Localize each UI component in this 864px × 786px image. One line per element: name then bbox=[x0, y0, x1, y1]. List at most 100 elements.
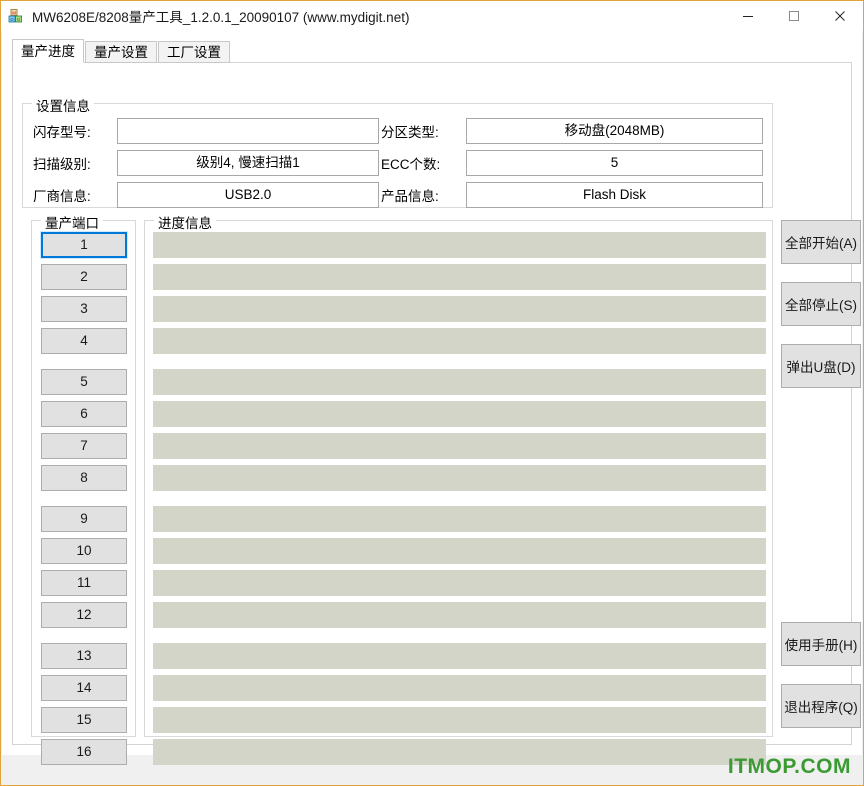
app-blocks-icon: M D G bbox=[8, 8, 24, 24]
tab-production-progress[interactable]: 量产进度 bbox=[12, 39, 84, 63]
port-button-11[interactable]: 11 bbox=[41, 570, 127, 596]
progress-bar-text bbox=[153, 608, 159, 622]
window-controls bbox=[725, 1, 863, 31]
port-button-14[interactable]: 14 bbox=[41, 675, 127, 701]
field-label: 扫描级别: bbox=[33, 157, 91, 172]
port-button-3[interactable]: 3 bbox=[41, 296, 127, 322]
port-button-9[interactable]: 9 bbox=[41, 506, 127, 532]
maximize-button[interactable] bbox=[771, 1, 817, 31]
progress-bar-9 bbox=[153, 506, 766, 532]
progress-bar-text bbox=[153, 302, 159, 316]
svg-text:G: G bbox=[17, 17, 21, 22]
progress-bar-text bbox=[153, 745, 159, 759]
tab-label: 工厂设置 bbox=[167, 45, 221, 60]
product-info-value[interactable]: Flash Disk bbox=[466, 182, 763, 208]
progress-bar-text bbox=[153, 512, 159, 526]
progress-bar-text bbox=[153, 238, 159, 252]
production-ports-group: 量产端口 1 2 3 4 5 6 7 8 9 10 11 12 13 14 15 16 bbox=[31, 212, 136, 765]
port-button-10[interactable]: 10 bbox=[41, 538, 127, 564]
client-area: 量产进度 量产设置 工厂设置 设置信息 闪存型号: 扫描级别: 级别4, 慢速扫… bbox=[2, 31, 862, 765]
tab-factory-settings[interactable]: 工厂设置 bbox=[158, 41, 230, 63]
progress-bar-8 bbox=[153, 465, 766, 491]
field-label: 分区类型: bbox=[381, 125, 439, 140]
svg-text:M: M bbox=[12, 10, 16, 15]
window-title: MW6208E/8208量产工具_1.2.0.1_20090107 (www.m… bbox=[32, 10, 410, 25]
tab-label: 量产进度 bbox=[21, 44, 75, 59]
manual-button[interactable]: 使用手册(H) bbox=[781, 622, 861, 666]
site-watermark: ITMOP.COM bbox=[727, 755, 851, 778]
close-button[interactable] bbox=[817, 1, 863, 31]
progress-bar-text bbox=[153, 439, 159, 453]
port-group-gap bbox=[41, 360, 127, 369]
port-button-16[interactable]: 16 bbox=[41, 739, 127, 765]
port-button-5[interactable]: 5 bbox=[41, 369, 127, 395]
tab-production-settings[interactable]: 量产设置 bbox=[85, 41, 157, 63]
port-group-gap bbox=[41, 497, 127, 506]
field-label: 闪存型号: bbox=[33, 125, 91, 140]
field-product-info: 产品信息: Flash Disk bbox=[381, 182, 763, 208]
scan-level-value[interactable]: 级别4, 慢速扫描1 bbox=[117, 150, 379, 176]
port-button-13[interactable]: 13 bbox=[41, 643, 127, 669]
port-button-12[interactable]: 12 bbox=[41, 602, 127, 628]
progress-bar-text bbox=[153, 576, 159, 590]
ports-group-label: 量产端口 bbox=[41, 212, 103, 232]
progress-bar-12 bbox=[153, 602, 766, 628]
progress-group-gap bbox=[153, 497, 766, 506]
ecc-count-value[interactable]: 5 bbox=[466, 150, 763, 176]
flash-model-value[interactable] bbox=[117, 118, 379, 144]
progress-bar-7 bbox=[153, 433, 766, 459]
tab-page-production-progress: 设置信息 闪存型号: 扫描级别: 级别4, 慢速扫描1 厂商信息: USB2.0… bbox=[12, 62, 861, 765]
stop-all-label: 全部停止(S) bbox=[785, 298, 857, 313]
progress-bar-1 bbox=[153, 232, 766, 258]
minimize-button[interactable] bbox=[725, 1, 771, 31]
progress-bar-5 bbox=[153, 369, 766, 395]
field-ecc-count: ECC个数: 5 bbox=[381, 150, 763, 176]
progress-bar-text bbox=[153, 681, 159, 695]
partition-type-value[interactable]: 移动盘(2048MB) bbox=[466, 118, 763, 144]
eject-udisk-label: 弹出U盘(D) bbox=[786, 360, 856, 375]
field-label: ECC个数: bbox=[381, 157, 441, 172]
progress-group-label: 进度信息 bbox=[154, 212, 216, 232]
port-button-6[interactable]: 6 bbox=[41, 401, 127, 427]
port-button-2[interactable]: 2 bbox=[41, 264, 127, 290]
tab-strip: 量产进度 量产设置 工厂设置 bbox=[12, 39, 231, 63]
port-button-7[interactable]: 7 bbox=[41, 433, 127, 459]
progress-bar-15 bbox=[153, 707, 766, 733]
progress-bar-3 bbox=[153, 296, 766, 322]
progress-group-gap bbox=[153, 360, 766, 369]
vendor-info-value[interactable]: USB2.0 bbox=[117, 182, 379, 208]
action-button-panel: 全部开始(A) 全部停止(S) 弹出U盘(D) 使用手册(H) 退出程序(Q) bbox=[781, 220, 861, 728]
port-button-4[interactable]: 4 bbox=[41, 328, 127, 354]
progress-bar-text bbox=[153, 334, 159, 348]
progress-bar-text bbox=[153, 375, 159, 389]
start-all-button[interactable]: 全部开始(A) bbox=[781, 220, 861, 264]
port-button-1[interactable]: 1 bbox=[40, 231, 128, 259]
stop-all-button[interactable]: 全部停止(S) bbox=[781, 282, 861, 326]
eject-udisk-button[interactable]: 弹出U盘(D) bbox=[781, 344, 861, 388]
application-window: M D G MW6208E/8208量产工具_1.2.0.1_20090107 … bbox=[0, 0, 864, 786]
port-button-8[interactable]: 8 bbox=[41, 465, 127, 491]
progress-bar-text bbox=[153, 544, 159, 558]
progress-bar-11 bbox=[153, 570, 766, 596]
field-label: 产品信息: bbox=[381, 189, 439, 204]
field-label: 厂商信息: bbox=[33, 189, 91, 204]
progress-bar-text bbox=[153, 407, 159, 421]
settings-info-group: 设置信息 闪存型号: 扫描级别: 级别4, 慢速扫描1 厂商信息: USB2.0… bbox=[22, 95, 773, 208]
progress-bar-16 bbox=[153, 739, 766, 765]
progress-group-gap bbox=[153, 634, 766, 643]
field-partition-type: 分区类型: 移动盘(2048MB) bbox=[381, 118, 763, 144]
progress-bar-13 bbox=[153, 643, 766, 669]
manual-label: 使用手册(H) bbox=[784, 638, 858, 653]
exit-button[interactable]: 退出程序(Q) bbox=[781, 684, 861, 728]
progress-info-group: 进度信息 bbox=[144, 212, 773, 765]
field-scan-level: 扫描级别: 级别4, 慢速扫描1 bbox=[33, 150, 379, 176]
progress-bar-list bbox=[153, 232, 766, 771]
progress-bar-text bbox=[153, 713, 159, 727]
field-flash-model: 闪存型号: bbox=[33, 118, 379, 144]
progress-bar-text bbox=[153, 649, 159, 663]
port-button-15[interactable]: 15 bbox=[41, 707, 127, 733]
